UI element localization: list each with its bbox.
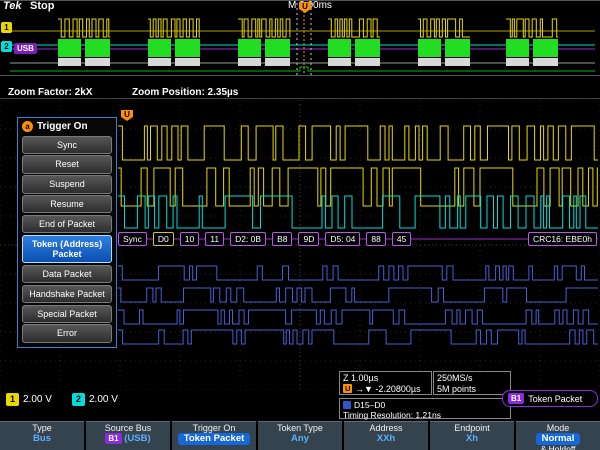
bus1-badge: B1 — [105, 433, 121, 444]
bottom-menu-token-type[interactable]: Token TypeAny — [258, 421, 342, 450]
bottom-menu-title: Mode — [516, 423, 600, 433]
menu-item-end-of-packet[interactable]: End of Packet — [22, 215, 112, 233]
bus-trigger-label: Token Packet — [528, 394, 582, 404]
bottom-menu-bar: TypeBusSource BusB1 (USB)Trigger OnToken… — [0, 421, 600, 450]
bus-packet-11: 11 — [205, 232, 224, 246]
sample-rate: 250MS/s — [437, 373, 507, 384]
multipurpose-a-icon: a — [22, 121, 33, 132]
bottom-menu-title: Endpoint — [430, 423, 514, 433]
bottom-menu-value: Bus — [0, 433, 84, 444]
delay-arrow-icon: →▼ — [355, 384, 373, 394]
menu-item-data-packet[interactable]: Data Packet — [22, 265, 112, 283]
bus-packet-9d: 9D — [298, 232, 319, 246]
menu-item-token-address-packet[interactable]: Token (Address) Packet — [22, 235, 112, 264]
zoom-factor-readout: Zoom Factor: 2kX — [8, 87, 92, 98]
bottom-menu-endpoint[interactable]: EndpointXh — [430, 421, 514, 450]
bottom-menu-title: Type — [0, 423, 84, 433]
trigger-on-menu-header: a Trigger On — [18, 118, 116, 134]
menu-item-resume[interactable]: Resume — [22, 195, 112, 213]
overview-waveform-area: 1 2 USB U — [0, 0, 600, 76]
bus-packet-d0: D0 — [153, 232, 174, 246]
menu-item-suspend[interactable]: Suspend — [22, 175, 112, 193]
bottom-menu-title: Trigger On — [172, 423, 256, 433]
trigger-delay: U →▼ -2.20800µs — [343, 384, 428, 395]
bus-packet-sync: Sync — [118, 232, 147, 246]
channel1-readout[interactable]: 1 2.00 V — [6, 393, 52, 406]
digital-readout-box: D15–D0 Timing Resolution: 1.21ns — [339, 398, 511, 419]
bus-packet-b8: B8 — [272, 232, 292, 246]
acquisition-readout-box: 250MS/s 5M points — [433, 371, 511, 395]
digital-group: D15–D0 — [343, 400, 507, 410]
channel2-marker: 2 — [1, 41, 12, 52]
bottom-menu-value2: & Holdoff — [516, 445, 600, 450]
bottom-menu-value: Any — [258, 433, 342, 444]
trigger-symbol-icon: U — [343, 384, 352, 393]
zoom-position-readout: Zoom Position: 2.35µs — [132, 87, 238, 98]
usb-bus-label: USB — [14, 43, 37, 54]
zoom-scale: Z 1.00µs — [343, 373, 428, 384]
bottom-menu-title: Token Type — [258, 423, 342, 433]
bottom-menu-mode[interactable]: ModeNormal& Holdoff — [516, 421, 600, 450]
bottom-menu-value: Xh — [430, 433, 514, 444]
bottom-menu-value: B1 (USB) — [86, 433, 170, 444]
delay-value: -2.20800µs — [375, 384, 420, 394]
bottom-menu-title: Address — [344, 423, 428, 433]
bottom-menu-source-bus[interactable]: Source BusB1 (USB) — [86, 421, 170, 450]
menu-item-error[interactable]: Error — [22, 324, 112, 342]
zoom-readout-bar: Zoom Factor: 2kX Zoom Position: 2.35µs — [0, 86, 600, 99]
timing-resolution: Timing Resolution: 1.21ns — [343, 410, 507, 420]
bottom-menu-value: XXh — [344, 433, 428, 444]
bus-packet-d5-04: D5: 04 — [325, 232, 360, 246]
bus-packet-88: 88 — [366, 232, 385, 246]
overview-waveforms — [0, 1, 600, 77]
bus-packet-10: 10 — [180, 232, 199, 246]
bottom-menu-type[interactable]: TypeBus — [0, 421, 84, 450]
bus-packet-d2-0b: D2: 0B — [230, 232, 266, 246]
bus-packet-crc16-ebe0h: CRC16: EBE0h — [528, 232, 597, 246]
channel1-marker: 1 — [1, 22, 12, 33]
bus1-badge: B1 — [508, 393, 524, 404]
menu-item-special-packet[interactable]: Special Packet — [22, 305, 112, 323]
oscilloscope-screen: Tek Stop M 2.00ms 1 2 USB U Zoom Factor:… — [0, 0, 600, 450]
channel2-scale: 2.00 V — [89, 394, 118, 405]
digital-group-icon — [343, 401, 351, 409]
menu-item-sync[interactable]: Sync — [22, 136, 112, 154]
trigger-on-menu: a Trigger On SyncReset Suspend Resume End o… — [17, 117, 117, 348]
bus-trigger-badge: B1 Token Packet — [502, 390, 598, 407]
channel2-badge: 2 — [72, 393, 85, 406]
menu-item-handshake-packet[interactable]: Handshake Packet — [22, 285, 112, 303]
bus-packet-45: 45 — [392, 232, 411, 246]
bus-decode-row: Sync D0 10 11 D2: 0B B8 9D D5: 04 88 45 CRC16: EBE… — [118, 231, 597, 247]
bottom-menu-address[interactable]: AddressXXh — [344, 421, 428, 450]
channel2-readout[interactable]: 2 2.00 V — [72, 393, 118, 406]
trigger-on-menu-title: Trigger On — [37, 121, 88, 132]
bottom-menu-trigger-on[interactable]: Trigger OnToken Packet — [172, 421, 256, 450]
channel1-scale: 2.00 V — [23, 394, 52, 405]
zoom-scale-readout-box: Z 1.00µs U →▼ -2.20800µs — [339, 371, 432, 395]
channel1-badge: 1 — [6, 393, 19, 406]
bottom-menu-title: Source Bus — [86, 423, 170, 433]
record-length: 5M points — [437, 384, 507, 395]
menu-item-reset[interactable]: Reset — [22, 155, 112, 173]
trigger-on-menu-items: SyncReset Suspend Resume End of Packet Token… — [18, 136, 116, 343]
bottom-menu-value: Token Packet — [172, 433, 256, 444]
